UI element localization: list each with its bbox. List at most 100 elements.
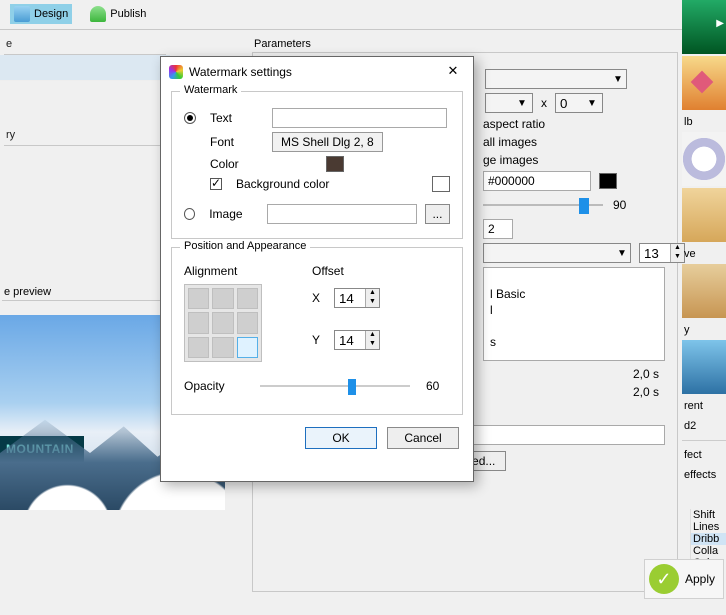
- spin-input[interactable]: [640, 244, 670, 262]
- align-br-selected[interactable]: [237, 337, 258, 358]
- design-icon: [14, 6, 30, 22]
- preview-pager[interactable]: [78, 488, 152, 498]
- slider-thumb[interactable]: [348, 379, 356, 395]
- watermark-dialog: Watermark settings ✕ Watermark Text Font…: [160, 56, 474, 482]
- effect-item[interactable]: Lines: [691, 521, 726, 533]
- thumb-4[interactable]: [682, 188, 726, 242]
- bgcolor-input[interactable]: [483, 171, 591, 191]
- h-combo[interactable]: ▼: [555, 93, 603, 113]
- size-combo[interactable]: ▼: [485, 69, 627, 89]
- font-button[interactable]: MS Shell Dlg 2, 8: [272, 132, 383, 152]
- tab-design[interactable]: Design: [10, 4, 72, 24]
- pager-dot[interactable]: [78, 488, 88, 498]
- strip-label-fect: fect: [682, 445, 726, 465]
- browse-button[interactable]: ...: [425, 204, 450, 224]
- size-input[interactable]: [486, 70, 610, 88]
- bgcolor-checkbox[interactable]: [210, 178, 222, 190]
- template-listbox[interactable]: l Basic l s: [483, 267, 665, 361]
- cancel-button[interactable]: Cancel: [387, 427, 459, 449]
- color-swatch[interactable]: [326, 156, 344, 172]
- slider-thumb[interactable]: [579, 198, 589, 214]
- opacity-value: 60: [426, 379, 439, 393]
- effect-item[interactable]: Colla: [691, 545, 726, 557]
- align-bc[interactable]: [212, 337, 233, 358]
- pager-dot-active[interactable]: [142, 488, 152, 498]
- sidebar-item-ry[interactable]: ry: [0, 121, 170, 145]
- watermark-image-input[interactable]: [267, 204, 417, 224]
- parameters-title: Parameters: [254, 38, 678, 50]
- align-ml[interactable]: [188, 312, 209, 333]
- align-tr[interactable]: [237, 288, 258, 309]
- offset-x-label: X: [312, 291, 326, 305]
- dialog-title: Watermark settings: [189, 65, 292, 79]
- strip-label-lb: lb: [682, 112, 726, 132]
- font-label: Font: [210, 135, 264, 149]
- opacity-slider[interactable]: [260, 376, 410, 396]
- align-mc[interactable]: [212, 312, 233, 333]
- quality-slider[interactable]: [483, 195, 603, 215]
- align-bl[interactable]: [188, 337, 209, 358]
- alignment-grid[interactable]: [184, 284, 262, 362]
- check-icon: ✓: [649, 564, 679, 594]
- strip-label-y: y: [682, 320, 726, 340]
- bgcolor-swatch[interactable]: [599, 173, 617, 189]
- w-input[interactable]: [486, 94, 514, 112]
- ok-button[interactable]: OK: [305, 427, 377, 449]
- spin-up-icon[interactable]: ▲: [365, 289, 379, 298]
- tab-publish[interactable]: Publish: [86, 4, 150, 24]
- sidebar-item-selected[interactable]: [0, 55, 170, 81]
- bgcolor-swatch[interactable]: [432, 176, 450, 192]
- watermark-text-input[interactable]: [272, 108, 447, 128]
- tab-publish-label: Publish: [110, 8, 146, 20]
- thumb-2[interactable]: [682, 56, 726, 110]
- preview-caption: MOUNTAIN: [0, 436, 84, 462]
- offset-y-label: Y: [312, 333, 326, 347]
- align-tl[interactable]: [188, 288, 209, 309]
- pager-dot[interactable]: [126, 488, 136, 498]
- thumbnail-strip: ▶ lb ve y rent d2 fect effects: [682, 0, 726, 535]
- pager-dot[interactable]: [110, 488, 120, 498]
- list-item[interactable]: l: [488, 302, 660, 318]
- effect-item-selected[interactable]: Dribb: [691, 533, 726, 545]
- offset-x-spin[interactable]: ▲▼: [334, 288, 380, 308]
- strip-label-rent: rent: [682, 396, 726, 416]
- thumb-6[interactable]: [682, 340, 726, 394]
- spin-13[interactable]: ▲▼: [639, 243, 685, 263]
- offset-y-spin[interactable]: ▲▼: [334, 330, 380, 350]
- align-tc[interactable]: [212, 288, 233, 309]
- list-item[interactable]: [488, 318, 660, 334]
- num2-input[interactable]: [483, 219, 513, 239]
- h-input[interactable]: [556, 94, 584, 112]
- large-label: ge images: [483, 153, 538, 167]
- list-item[interactable]: l Basic: [488, 286, 660, 302]
- pager-dot[interactable]: [94, 488, 104, 498]
- spin-down-icon[interactable]: ▼: [365, 340, 379, 349]
- thumb-1[interactable]: ▶: [682, 0, 726, 54]
- spin-down-icon[interactable]: ▼: [365, 298, 379, 307]
- offset-y-input[interactable]: [335, 331, 365, 349]
- align-mr[interactable]: [237, 312, 258, 333]
- position-group: Position and Appearance Alignment Offset: [171, 247, 463, 415]
- alignment-label: Alignment: [184, 264, 304, 278]
- list-item[interactable]: s: [488, 334, 660, 350]
- spin-up-icon[interactable]: ▲: [365, 331, 379, 340]
- radio-text-label: Text: [210, 111, 264, 125]
- radio-text[interactable]: [184, 112, 196, 124]
- watermark-legend: Watermark: [180, 84, 241, 96]
- thumb-5[interactable]: [682, 264, 726, 318]
- w-combo[interactable]: ▼: [485, 93, 533, 113]
- apply-button[interactable]: ✓ Apply: [644, 559, 724, 599]
- list-item[interactable]: [488, 270, 660, 286]
- effect-item[interactable]: Shift: [691, 509, 726, 521]
- combo-wide[interactable]: ▼: [483, 243, 631, 263]
- radio-image[interactable]: [184, 208, 195, 220]
- combo-wide-input[interactable]: [484, 244, 614, 262]
- strip-label-effects: effects: [682, 465, 726, 485]
- tab-design-label: Design: [34, 8, 68, 20]
- duration-2: 2,0 s: [633, 385, 659, 399]
- duration-1: 2,0 s: [633, 367, 659, 381]
- thumb-3[interactable]: [682, 132, 726, 186]
- offset-x-input[interactable]: [335, 289, 365, 307]
- close-button[interactable]: ✕: [441, 63, 465, 81]
- apply-label: Apply: [685, 572, 715, 586]
